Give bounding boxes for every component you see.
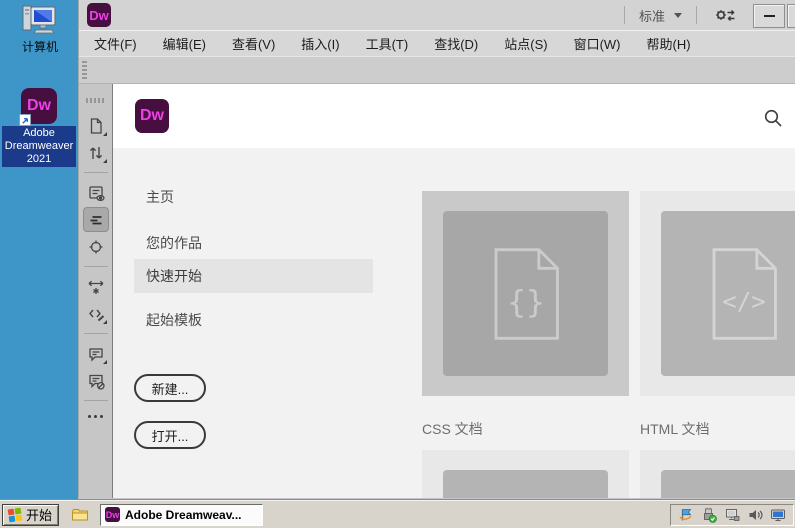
toolbar-separator [84, 172, 108, 173]
network-icon[interactable] [724, 507, 740, 523]
nav-quick-start[interactable]: 快速开始 [134, 259, 373, 293]
volume-icon[interactable] [747, 507, 763, 523]
card-label: CSS 文档 [422, 419, 629, 439]
welcome-header: Dw [113, 84, 795, 148]
dw-app-icon: Dw [105, 507, 120, 522]
windows-logo-icon [7, 507, 23, 523]
desktop-icon-label: Adobe Dreamweaver 2021 [2, 126, 76, 167]
card-label: HTML 文档 [640, 419, 795, 439]
menu-edit[interactable]: 编辑(E) [156, 34, 213, 53]
open-button[interactable]: 打开... [134, 421, 206, 449]
menu-find[interactable]: 查找(D) [427, 34, 485, 53]
minimize-icon [764, 15, 775, 17]
quick-launch-folder-icon[interactable] [71, 507, 89, 523]
menu-help[interactable]: 帮助(H) [640, 34, 698, 53]
menu-insert[interactable]: 插入(I) [294, 34, 346, 53]
display-icon[interactable] [770, 507, 786, 523]
new-document-icon[interactable] [83, 113, 109, 138]
desktop-icon-computer[interactable]: 计算机 [8, 3, 72, 55]
remove-comment-icon[interactable] [83, 368, 109, 393]
css-document-icon: {} [443, 211, 608, 376]
desktop-icon-label: 计算机 [22, 38, 58, 55]
new-button[interactable]: 新建... [134, 374, 206, 402]
menu-site[interactable]: 站点(S) [497, 34, 554, 53]
taskbar-item-dreamweaver[interactable]: Dw Adobe Dreamweav... [100, 504, 263, 526]
titlebar-separator [696, 6, 697, 24]
swap-arrows-icon [728, 11, 735, 21]
card-css-document[interactable]: {} CSS 文档 [422, 191, 629, 439]
search-icon[interactable] [763, 108, 784, 129]
nav-home[interactable]: 主页 [146, 187, 174, 207]
dreamweaver-window: Dw 标准 [78, 0, 795, 499]
toolbar-separator [84, 400, 108, 401]
svg-text:</>: </> [722, 286, 766, 315]
document-toolbar [79, 56, 795, 84]
menu-tools[interactable]: 工具(T) [359, 34, 416, 53]
toolbar-drag-handle[interactable] [86, 98, 106, 103]
sync-settings-button[interactable] [713, 5, 737, 25]
dw-logo: Dw [135, 99, 169, 133]
computer-icon [20, 3, 60, 37]
file-transfer-icon[interactable] [83, 140, 109, 165]
toolbar-separator [84, 333, 108, 334]
gear-icon [716, 10, 726, 20]
system-tray [670, 504, 794, 526]
live-view-options-icon[interactable] [83, 180, 109, 205]
workspace-switcher[interactable]: 标准 [625, 6, 696, 25]
html-document-icon: </> [661, 211, 795, 376]
menu-view[interactable]: 查看(V) [225, 34, 282, 53]
dreamweaver-app-icon: Dw [21, 88, 57, 124]
maximize-button[interactable] [787, 4, 795, 28]
menu-file[interactable]: 文件(F) [87, 34, 144, 53]
card-partial[interactable] [640, 450, 795, 498]
card-partial[interactable] [422, 450, 629, 498]
taskbar: 开始 Dw Adobe Dreamweav... [0, 500, 795, 528]
svg-text:{}: {} [507, 284, 545, 320]
edit-code-icon[interactable] [83, 301, 109, 326]
nav-starter-templates[interactable]: 起始模板 [146, 310, 202, 330]
outline-format-icon[interactable] [83, 207, 109, 232]
menu-window[interactable]: 窗口(W) [567, 34, 628, 53]
common-toolbar [79, 84, 112, 498]
nav-your-work[interactable]: 您的作品 [146, 233, 202, 253]
minimize-button[interactable] [753, 4, 785, 28]
shortcut-arrow-icon [19, 114, 31, 126]
toolbar-drag-handle[interactable] [82, 61, 87, 81]
toolbar-separator [84, 266, 108, 267]
target-icon[interactable] [83, 234, 109, 259]
chevron-down-icon [674, 13, 682, 18]
dw-app-icon: Dw [87, 3, 111, 27]
start-button[interactable]: 开始 [2, 504, 59, 526]
desktop-icon-dreamweaver[interactable]: Dw Adobe Dreamweaver 2021 [1, 88, 77, 167]
titlebar[interactable]: Dw 标准 [79, 0, 795, 30]
welcome-screen: Dw 主页 您的作品 快速开始 起始模板 新建... 打开... [112, 84, 795, 498]
usb-device-icon[interactable] [701, 507, 717, 523]
card-html-document[interactable]: </> HTML 文档 [640, 191, 795, 439]
welcome-body: 主页 您的作品 快速开始 起始模板 新建... 打开... { [113, 148, 795, 498]
apply-comment-icon[interactable] [83, 341, 109, 366]
menubar: 文件(F) 编辑(E) 查看(V) 插入(I) 工具(T) 查找(D) 站点(S… [79, 30, 795, 56]
more-options-icon[interactable] [88, 415, 103, 418]
fluid-layout-icon[interactable] [83, 274, 109, 299]
action-center-icon[interactable] [678, 507, 694, 523]
taskbar-item-label: Adobe Dreamweav... [125, 508, 241, 522]
start-label: 开始 [26, 505, 52, 524]
workspace-label: 标准 [639, 6, 665, 25]
